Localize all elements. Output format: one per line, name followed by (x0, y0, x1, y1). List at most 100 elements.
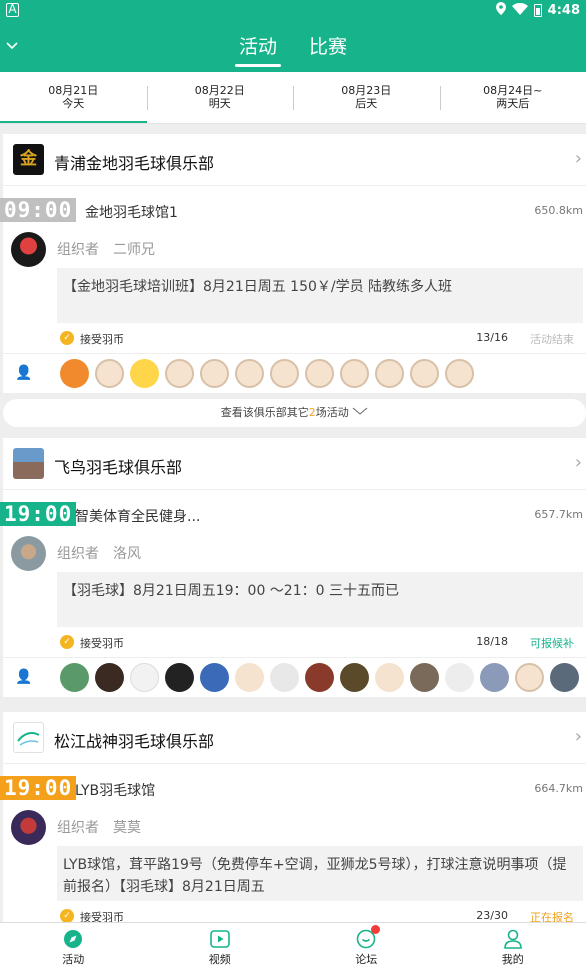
club-header[interactable]: 松江战神羽毛球俱乐部 › (3, 712, 586, 764)
members-icon: 👤 (15, 669, 33, 685)
time-badge: 09:00 (0, 198, 77, 222)
chevron-down-icon (352, 406, 368, 419)
member-avatar (515, 663, 544, 692)
time-badge: 19:00 (0, 502, 77, 526)
avatar (11, 810, 46, 845)
video-play-icon (209, 929, 230, 949)
bottom-tab-forum[interactable]: 论坛 (293, 923, 440, 967)
date-selector: 08月21日 今天 08月22日 明天 08月23日 后天 08月24日~ 两天… (0, 72, 586, 124)
battery-icon (533, 4, 542, 17)
organizer-label: 组织者 (57, 242, 99, 258)
club-header[interactable]: 金 青浦金地羽毛球俱乐部 › (3, 134, 586, 186)
venue-name: LYB羽毛球馆 (75, 783, 156, 799)
member-avatar (550, 663, 579, 692)
club-logo (13, 448, 44, 479)
activity-description: 【金地羽毛球培训班】8月21日周五 150￥/学员 陆教练多人班 (57, 268, 583, 323)
activity-feed[interactable]: 金 青浦金地羽毛球俱乐部 › 09:00 金地羽毛球馆1 650.8km 组织者… (0, 124, 586, 922)
distance: 664.7km (534, 782, 583, 795)
member-avatar (305, 663, 334, 692)
wifi-icon (511, 2, 528, 19)
top-tabs: 活动 比赛 (0, 32, 586, 67)
member-avatar (375, 663, 404, 692)
top-header: 活动 比赛 (0, 22, 586, 72)
venue-name: 智美体育全民健身... (75, 509, 201, 525)
bottom-tab-profile[interactable]: 我的 (440, 923, 586, 967)
member-avatar (235, 663, 264, 692)
member-avatar (270, 663, 299, 692)
participant-count: 13/16 (476, 331, 508, 344)
organizer-name: 二师兄 (113, 242, 155, 258)
clock: 4:48 (547, 3, 580, 18)
more-activities-button[interactable]: 查看该俱乐部其它2场活动 (3, 399, 586, 427)
club-logo (13, 722, 44, 753)
member-avatar (200, 359, 229, 388)
member-avatar (445, 359, 474, 388)
date-tab-today[interactable]: 08月21日 今天 (0, 72, 147, 123)
status-badge: 正在报名 (530, 911, 574, 922)
participant-count: 23/30 (476, 909, 508, 922)
club-name: 飞鸟羽毛球俱乐部 (54, 458, 183, 477)
coin-label: 接受羽币 (80, 911, 124, 922)
participant-count: 18/18 (476, 635, 508, 648)
time-badge: 19:00 (0, 776, 77, 800)
status-badge: 活动结束 (530, 333, 574, 346)
member-avatar (165, 663, 194, 692)
member-avatar (130, 663, 159, 692)
member-avatar (305, 359, 334, 388)
date-tab-day-after[interactable]: 08月23日 后天 (293, 72, 440, 123)
member-avatar (375, 359, 404, 388)
distance: 657.7km (534, 508, 583, 521)
venue-name: 金地羽毛球馆1 (85, 205, 178, 221)
bottom-tab-bar: 活动 视频 论坛 我的 (0, 922, 586, 967)
club-header[interactable]: 飞鸟羽毛球俱乐部 › (3, 438, 586, 490)
chevron-right-icon: › (574, 452, 582, 473)
distance: 650.8km (534, 204, 583, 217)
activity-description: 【羽毛球】8月21日周五19：00 ～21：0 三十五而已 (57, 572, 583, 627)
members-row[interactable]: 👤 (3, 353, 586, 393)
organizer-name: 莫莫 (113, 820, 141, 836)
member-avatar (235, 359, 264, 388)
coin-label: 接受羽币 (80, 637, 124, 650)
member-avatar (410, 663, 439, 692)
location-icon (495, 2, 506, 19)
date-tab-later[interactable]: 08月24日~ 两天后 (439, 72, 586, 123)
forum-chat-icon (356, 925, 381, 949)
member-avatar (95, 663, 124, 692)
tab-activities[interactable]: 活动 (234, 32, 282, 67)
chevron-right-icon: › (574, 148, 582, 169)
activity-description: LYB球馆，茸平路19号（免费停车+空调，亚狮龙5号球），打球注意说明事项（提前… (57, 846, 583, 901)
activity-compass-icon (63, 929, 83, 949)
member-avatar (340, 359, 369, 388)
coin-icon: ✓ (60, 331, 74, 345)
organizer-name: 洛风 (113, 546, 141, 562)
bottom-tab-activities[interactable]: 活动 (0, 923, 147, 967)
notification-dot (371, 925, 381, 934)
profile-person-icon (503, 929, 523, 949)
activity-card[interactable]: 松江战神羽毛球俱乐部 › 19:00 LYB羽毛球馆 664.7km 组织者 莫… (0, 712, 586, 922)
notification-icon: A (6, 3, 19, 17)
activity-card[interactable]: 飞鸟羽毛球俱乐部 › 19:00 智美体育全民健身... 657.7km 组织者… (0, 438, 586, 697)
member-avatar (445, 663, 474, 692)
avatar (11, 232, 46, 267)
date-tab-tomorrow[interactable]: 08月22日 明天 (146, 72, 294, 123)
member-avatar (480, 663, 509, 692)
status-badge: 可报候补 (530, 637, 574, 650)
organizer-label: 组织者 (57, 820, 99, 836)
member-avatar (130, 359, 159, 388)
member-avatar (200, 663, 229, 692)
club-name: 松江战神羽毛球俱乐部 (54, 732, 215, 751)
member-avatar (270, 359, 299, 388)
member-avatar (60, 359, 89, 388)
activity-card[interactable]: 金 青浦金地羽毛球俱乐部 › 09:00 金地羽毛球馆1 650.8km 组织者… (0, 134, 586, 393)
member-avatar (340, 663, 369, 692)
club-logo: 金 (13, 144, 44, 175)
tab-matches[interactable]: 比赛 (309, 32, 347, 65)
bottom-tab-videos[interactable]: 视频 (147, 923, 294, 967)
chevron-right-icon: › (574, 726, 582, 747)
member-avatar (60, 663, 89, 692)
status-bar: A 4:48 (0, 0, 586, 22)
members-row[interactable]: 👤 (3, 657, 586, 697)
avatar (11, 536, 46, 571)
organizer-label: 组织者 (57, 546, 99, 562)
club-name: 青浦金地羽毛球俱乐部 (54, 154, 215, 173)
